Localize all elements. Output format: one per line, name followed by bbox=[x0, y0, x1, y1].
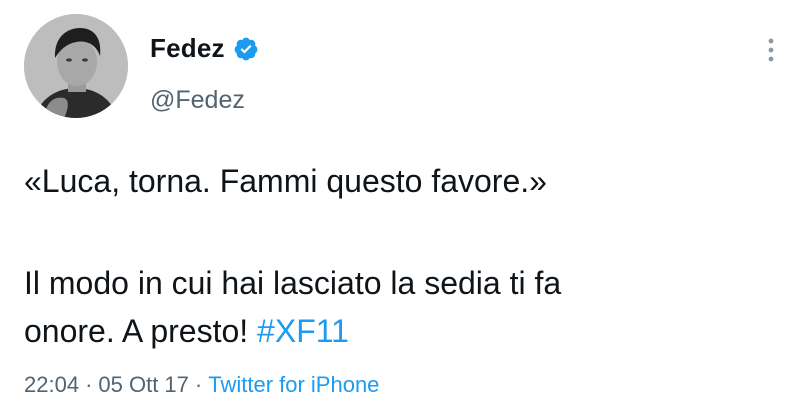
tweet-card: Fedez @Fedez «Luca, torna. Fammi questo … bbox=[0, 0, 800, 416]
tweet-metadata: 22:04 · 05 Ott 17 · Twitter for iPhone bbox=[24, 372, 379, 398]
separator: · bbox=[194, 372, 203, 397]
tweet-date[interactable]: 05 Ott 17 bbox=[98, 372, 189, 398]
tweet-text-line-2: Il modo in cui hai lasciato la sedia ti … bbox=[24, 265, 562, 301]
verified-badge-icon bbox=[233, 36, 259, 62]
tweet-time[interactable]: 22:04 bbox=[24, 372, 79, 398]
display-name[interactable]: Fedez bbox=[150, 33, 225, 64]
user-handle[interactable]: @Fedez bbox=[150, 86, 245, 115]
tweet-source-link[interactable]: Twitter for iPhone bbox=[208, 372, 379, 398]
avatar[interactable] bbox=[24, 14, 128, 118]
name-row: Fedez bbox=[150, 33, 259, 64]
tweet-text-line-1: «Luca, torna. Fammi questo favore.» bbox=[24, 163, 547, 199]
separator: · bbox=[85, 372, 93, 397]
tweet-text-line-3: onore. A presto! #XF11 bbox=[24, 313, 349, 350]
tweet-text-line-3-body: onore. A presto! bbox=[24, 313, 258, 349]
hashtag-link[interactable]: #XF11 bbox=[257, 313, 349, 349]
more-options-icon[interactable] bbox=[764, 36, 778, 66]
